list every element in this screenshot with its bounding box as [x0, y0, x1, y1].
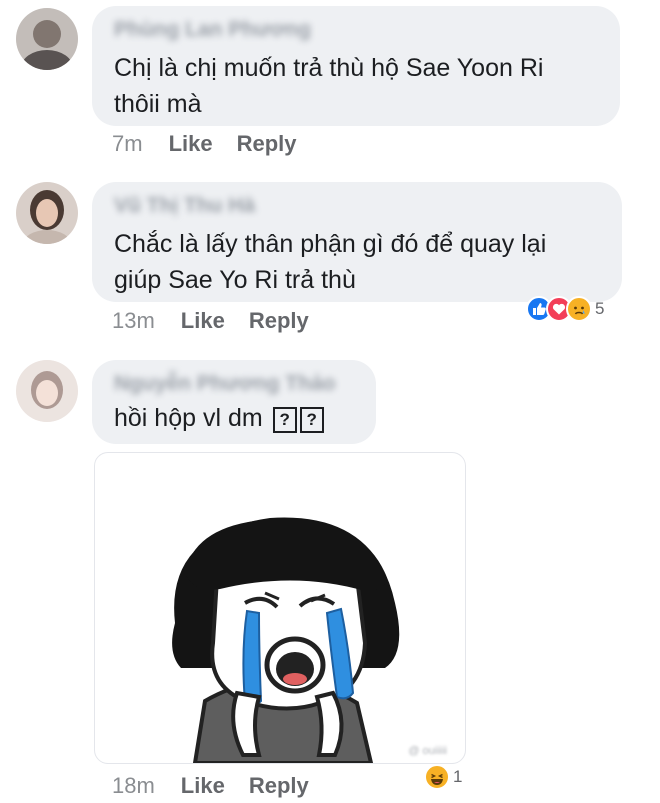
sad-face-icon	[566, 296, 592, 322]
like-button[interactable]: Like	[181, 308, 225, 333]
sticker-watermark: @ ouiiiii	[408, 745, 447, 757]
avatar[interactable]	[16, 8, 78, 70]
reply-button[interactable]: Reply	[249, 773, 309, 798]
sticker-image[interactable]: @ ouiiiii	[94, 452, 466, 764]
reaction-summary[interactable]: 1	[424, 764, 462, 790]
comment-bubble[interactable]: Nguyễn Phương Thảo hồi hộp vl dm ??	[92, 360, 376, 444]
comment-text-line: Chắc là lấy thân phận gì đó để quay lại	[114, 230, 547, 258]
comment-bubble[interactable]: Phùng Lan Phương Chị là chị muốn trả thù…	[92, 6, 620, 126]
unknown-glyph-box: ?	[272, 407, 297, 433]
laughing-face-icon	[424, 764, 450, 790]
crying-face-icon	[172, 517, 400, 763]
comment-text: Chắc là lấy thân phận gì đó để quay lại …	[114, 226, 600, 298]
comment-text-line: Chị là chị muốn trả thù hộ Sae Yoon Ri	[114, 54, 544, 82]
comment-text: Chị là chị muốn trả thù hộ Sae Yoon Ri t…	[114, 50, 598, 122]
like-button[interactable]: Like	[181, 773, 225, 798]
comment-author[interactable]: Phùng Lan Phương	[114, 18, 598, 44]
like-button[interactable]: Like	[169, 131, 213, 156]
comment-timestamp[interactable]: 7m	[112, 131, 143, 156]
comment-text-line: thôii mà	[114, 90, 202, 118]
reaction-summary[interactable]: 5	[526, 296, 604, 322]
comment-author[interactable]: Nguyễn Phương Thảo	[114, 372, 354, 398]
reply-button[interactable]: Reply	[237, 131, 297, 156]
comment-author[interactable]: Vũ Thị Thu Hà	[114, 194, 600, 220]
comment-actions: 18m Like Reply	[112, 773, 333, 799]
reaction-count: 1	[453, 767, 463, 786]
avatar[interactable]	[16, 182, 78, 244]
avatar[interactable]	[16, 360, 78, 422]
comment-text: hồi hộp vl dm ??	[114, 400, 354, 436]
comment-actions: 13m Like Reply	[112, 308, 333, 334]
reaction-count: 5	[595, 299, 605, 318]
comment-timestamp[interactable]: 13m	[112, 308, 155, 333]
comment-actions: 7m Like Reply	[112, 131, 321, 157]
comment-bubble[interactable]: Vũ Thị Thu Hà Chắc là lấy thân phận gì đ…	[92, 182, 622, 302]
comment-timestamp[interactable]: 18m	[112, 773, 155, 798]
unknown-glyph-box: ?	[299, 407, 324, 433]
reply-button[interactable]: Reply	[249, 308, 309, 333]
comment-text-line: hồi hộp vl dm	[114, 404, 263, 432]
comment-text-line: giúp Sae Yo Ri trả thù	[114, 266, 356, 294]
